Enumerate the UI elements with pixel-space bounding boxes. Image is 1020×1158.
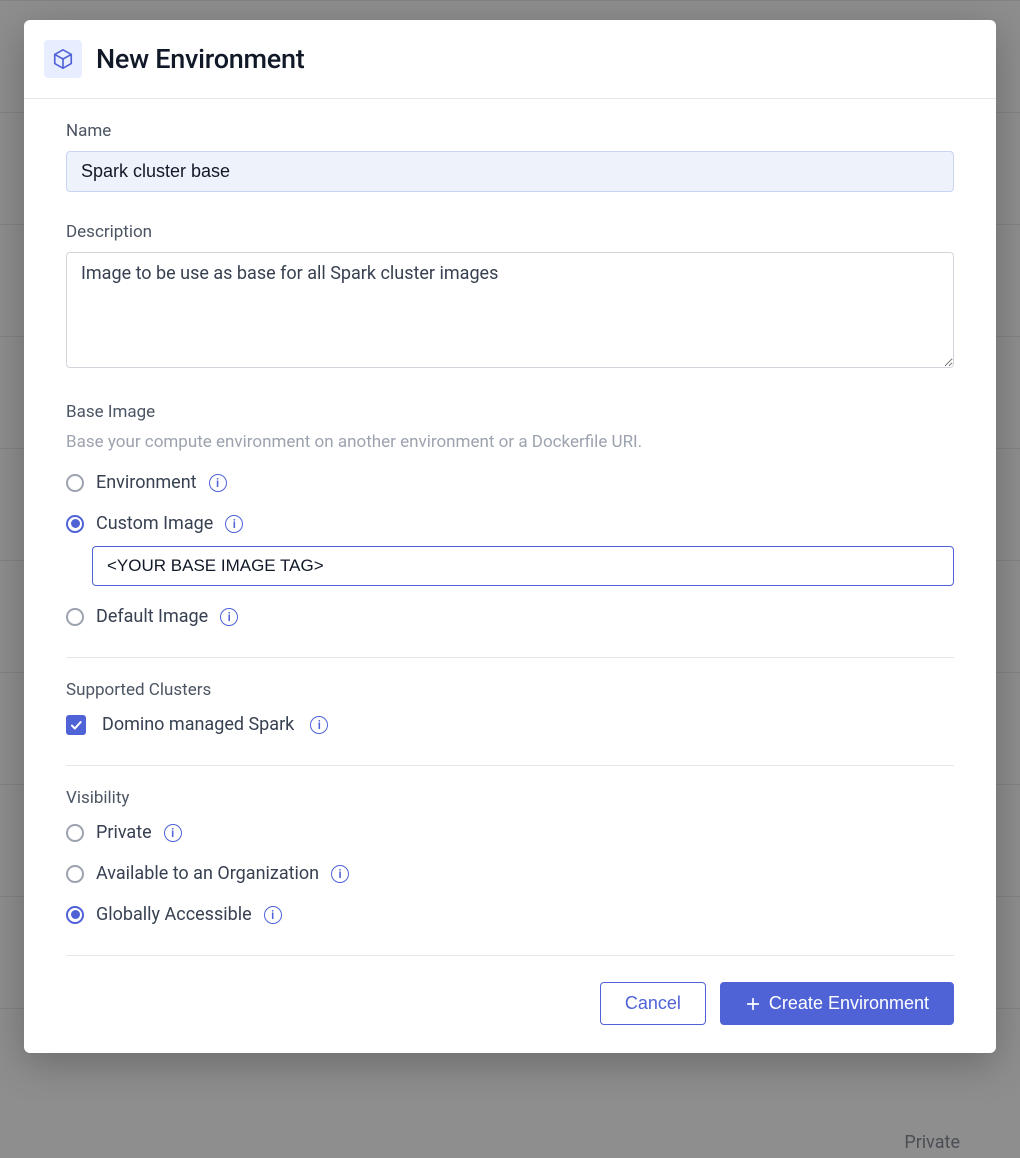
cancel-button[interactable]: Cancel [600, 982, 706, 1025]
radio-environment[interactable]: Environment i [66, 472, 954, 493]
new-environment-modal: New Environment Name Description Image t… [24, 20, 996, 1053]
radio-default-image-control[interactable] [66, 608, 84, 626]
plus-icon [745, 996, 761, 1012]
base-image-label: Base Image [66, 402, 954, 422]
create-environment-button[interactable]: Create Environment [720, 982, 954, 1025]
info-icon[interactable]: i [164, 824, 182, 842]
modal-footer: Cancel Create Environment [66, 956, 954, 1025]
description-textarea[interactable]: Image to be use as base for all Spark cl… [66, 252, 954, 368]
modal-header: New Environment [24, 20, 996, 99]
name-label: Name [66, 121, 954, 141]
radio-org[interactable]: Available to an Organization i [66, 863, 954, 884]
radio-private[interactable]: Private i [66, 822, 954, 843]
info-icon[interactable]: i [310, 716, 328, 734]
name-input[interactable] [66, 151, 954, 192]
supported-clusters-label: Supported Clusters [66, 680, 954, 700]
info-icon[interactable]: i [264, 906, 282, 924]
radio-default-image[interactable]: Default Image i [66, 606, 954, 627]
radio-global-control[interactable] [66, 906, 84, 924]
info-icon[interactable]: i [220, 608, 238, 626]
radio-global-label: Globally Accessible [96, 904, 252, 925]
checkbox-spark-label: Domino managed Spark [102, 714, 294, 735]
radio-global[interactable]: Globally Accessible i [66, 904, 954, 925]
custom-image-input[interactable] [92, 546, 954, 586]
create-environment-label: Create Environment [769, 993, 929, 1014]
radio-environment-control[interactable] [66, 474, 84, 492]
radio-custom-image-label: Custom Image [96, 513, 213, 534]
visibility-label: Visibility [66, 788, 954, 808]
checkbox-spark-control[interactable] [66, 715, 86, 735]
radio-org-label: Available to an Organization [96, 863, 319, 884]
divider [66, 765, 954, 766]
radio-private-label: Private [96, 822, 152, 843]
modal-title: New Environment [96, 43, 304, 75]
radio-default-image-label: Default Image [96, 606, 208, 627]
base-image-sublabel: Base your compute environment on another… [66, 432, 954, 452]
radio-org-control[interactable] [66, 865, 84, 883]
radio-custom-image-control[interactable] [66, 515, 84, 533]
divider [66, 657, 954, 658]
environment-icon [44, 40, 82, 78]
info-icon[interactable]: i [331, 865, 349, 883]
info-icon[interactable]: i [225, 515, 243, 533]
radio-private-control[interactable] [66, 824, 84, 842]
radio-custom-image[interactable]: Custom Image i [66, 513, 954, 534]
info-icon[interactable]: i [209, 474, 227, 492]
description-label: Description [66, 222, 954, 242]
checkbox-spark[interactable]: Domino managed Spark i [66, 714, 954, 735]
radio-environment-label: Environment [96, 472, 197, 493]
